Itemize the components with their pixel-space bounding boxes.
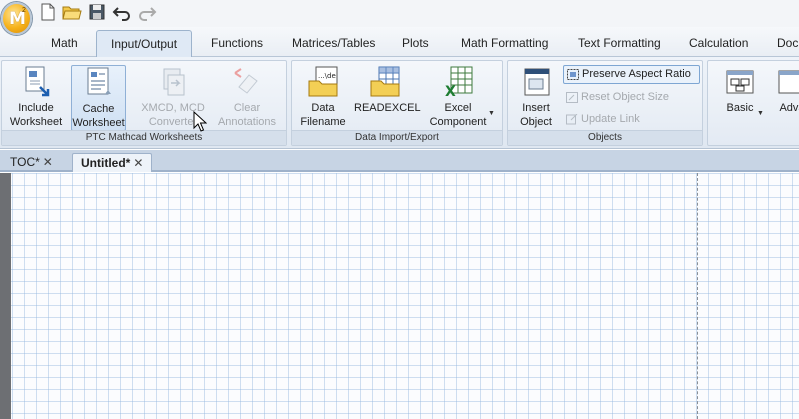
preserve-aspect-ratio-label: Preserve Aspect Ratio — [582, 68, 691, 80]
tab-input-output[interactable]: Input/Output — [96, 30, 193, 58]
redo-icon — [137, 3, 157, 21]
page-break-line — [697, 173, 698, 419]
readexcel-label: READEXCEL — [354, 102, 421, 114]
update-link-button: Update Link — [563, 111, 640, 130]
group-plots: Basic ▼ Adva — [707, 60, 799, 146]
excel-icon: X — [445, 66, 473, 99]
cache-worksheet-label-1: Cache — [82, 103, 115, 115]
close-icon[interactable]: ✕ — [43, 155, 53, 169]
undo-icon[interactable] — [112, 3, 132, 21]
data-filename-label-1: Data — [311, 102, 335, 114]
clear-annotations-label-2: Annotations — [217, 116, 277, 128]
reset-size-icon — [566, 92, 578, 103]
excel-component-label-2: Component — [429, 116, 487, 128]
save-icon[interactable] — [87, 3, 107, 21]
worksheet-left-margin — [0, 173, 11, 419]
svg-text:X: X — [445, 84, 456, 99]
basic-plot-label: Basic — [726, 102, 754, 114]
tab-matrices-tables[interactable]: Matrices/Tables — [292, 36, 375, 50]
doc-tab-untitled-label: Untitled* — [81, 156, 131, 170]
include-worksheet-button[interactable]: Include Worksheet — [8, 65, 64, 129]
excel-component-dropdown-icon[interactable]: ▼ — [488, 110, 495, 117]
eraser-icon — [234, 68, 258, 94]
aspect-ratio-icon — [567, 69, 579, 80]
data-filename-button[interactable]: ...\de Data Filename — [298, 65, 348, 129]
tab-math[interactable]: Math — [51, 36, 78, 50]
tab-documents[interactable]: Docu — [777, 36, 799, 50]
include-worksheet-label-1: Include — [18, 102, 54, 114]
link-icon — [566, 114, 578, 125]
ribbon-panel: Include Worksheet Cache Worksheet XMCD, … — [0, 57, 799, 149]
quick-access-toolbar: M 2 — [0, 0, 799, 35]
ribbon-tabs: Math Input/Output Functions Matrices/Tab… — [0, 27, 799, 58]
preserve-aspect-ratio-toggle[interactable]: Preserve Aspect Ratio — [563, 65, 700, 84]
document-tabs: TOC* ✕ Untitled* ✕ — [0, 150, 799, 172]
mouse-pointer-icon — [193, 111, 207, 132]
group-data-import-export: ...\de Data Filename READEXCEL X Excel C… — [291, 60, 503, 146]
basic-plot-button[interactable]: Basic — [718, 65, 762, 115]
advanced-plot-button[interactable]: Adva — [770, 65, 799, 115]
worksheet-canvas[interactable] — [0, 173, 799, 419]
logo-superscript: 2 — [22, 7, 26, 14]
group-label-ptc: PTC Mathcad Worksheets — [2, 130, 286, 145]
insert-object-label-1: Insert — [522, 102, 550, 114]
tab-text-formatting[interactable]: Text Formatting — [578, 36, 661, 50]
group-ptc-worksheets: Include Worksheet Cache Worksheet XMCD, … — [1, 60, 287, 146]
advanced-plot-icon — [778, 70, 799, 94]
insert-object-label-2: Object — [520, 116, 552, 128]
tab-math-formatting[interactable]: Math Formatting — [461, 36, 548, 50]
folder-document-icon: ...\de — [308, 66, 338, 97]
cache-worksheet-button[interactable]: Cache Worksheet — [71, 65, 126, 131]
excel-component-button[interactable]: X Excel Component — [426, 65, 490, 129]
clear-annotations-button: Clear Annotations — [212, 65, 282, 129]
doc-tab-toc-label: TOC* — [10, 155, 40, 169]
app-logo-button[interactable]: M 2 — [1, 2, 32, 35]
cache-worksheet-label-2: Worksheet — [72, 117, 125, 129]
group-label-data-import: Data Import/Export — [292, 130, 502, 145]
update-link-label: Update Link — [581, 113, 640, 125]
include-worksheet-icon — [25, 66, 50, 97]
svg-text:...\de: ...\de — [318, 72, 336, 80]
tab-plots[interactable]: Plots — [402, 36, 429, 50]
spreadsheet-folder-icon — [370, 66, 400, 97]
tab-functions[interactable]: Functions — [211, 36, 263, 50]
reset-object-size-label: Reset Object Size — [581, 91, 670, 103]
close-icon[interactable]: ✕ — [133, 156, 143, 170]
cache-worksheet-icon — [87, 67, 111, 95]
advanced-plot-label: Adva — [779, 102, 799, 114]
include-worksheet-label-2: Worksheet — [9, 116, 63, 128]
group-label-objects: Objects — [508, 130, 702, 145]
basic-plot-dropdown-icon[interactable]: ▼ — [757, 110, 764, 117]
insert-object-button[interactable]: Insert Object — [514, 65, 558, 129]
group-objects: Insert Object Preserve Aspect Ratio Rese… — [507, 60, 703, 146]
basic-plot-icon — [726, 70, 754, 94]
insert-object-icon — [524, 68, 550, 96]
readexcel-button[interactable]: READEXCEL — [354, 65, 421, 115]
new-document-icon[interactable] — [38, 3, 58, 21]
doc-tab-toc[interactable]: TOC* ✕ — [2, 153, 61, 172]
open-folder-icon[interactable] — [62, 3, 82, 21]
tab-calculation[interactable]: Calculation — [689, 36, 748, 50]
clear-annotations-label-1: Clear — [233, 102, 261, 114]
doc-tab-untitled[interactable]: Untitled* ✕ — [72, 153, 153, 172]
converter-icon — [163, 68, 185, 96]
reset-object-size-button: Reset Object Size — [563, 89, 669, 108]
excel-component-label-1: Excel — [444, 102, 472, 114]
data-filename-label-2: Filename — [300, 116, 346, 128]
